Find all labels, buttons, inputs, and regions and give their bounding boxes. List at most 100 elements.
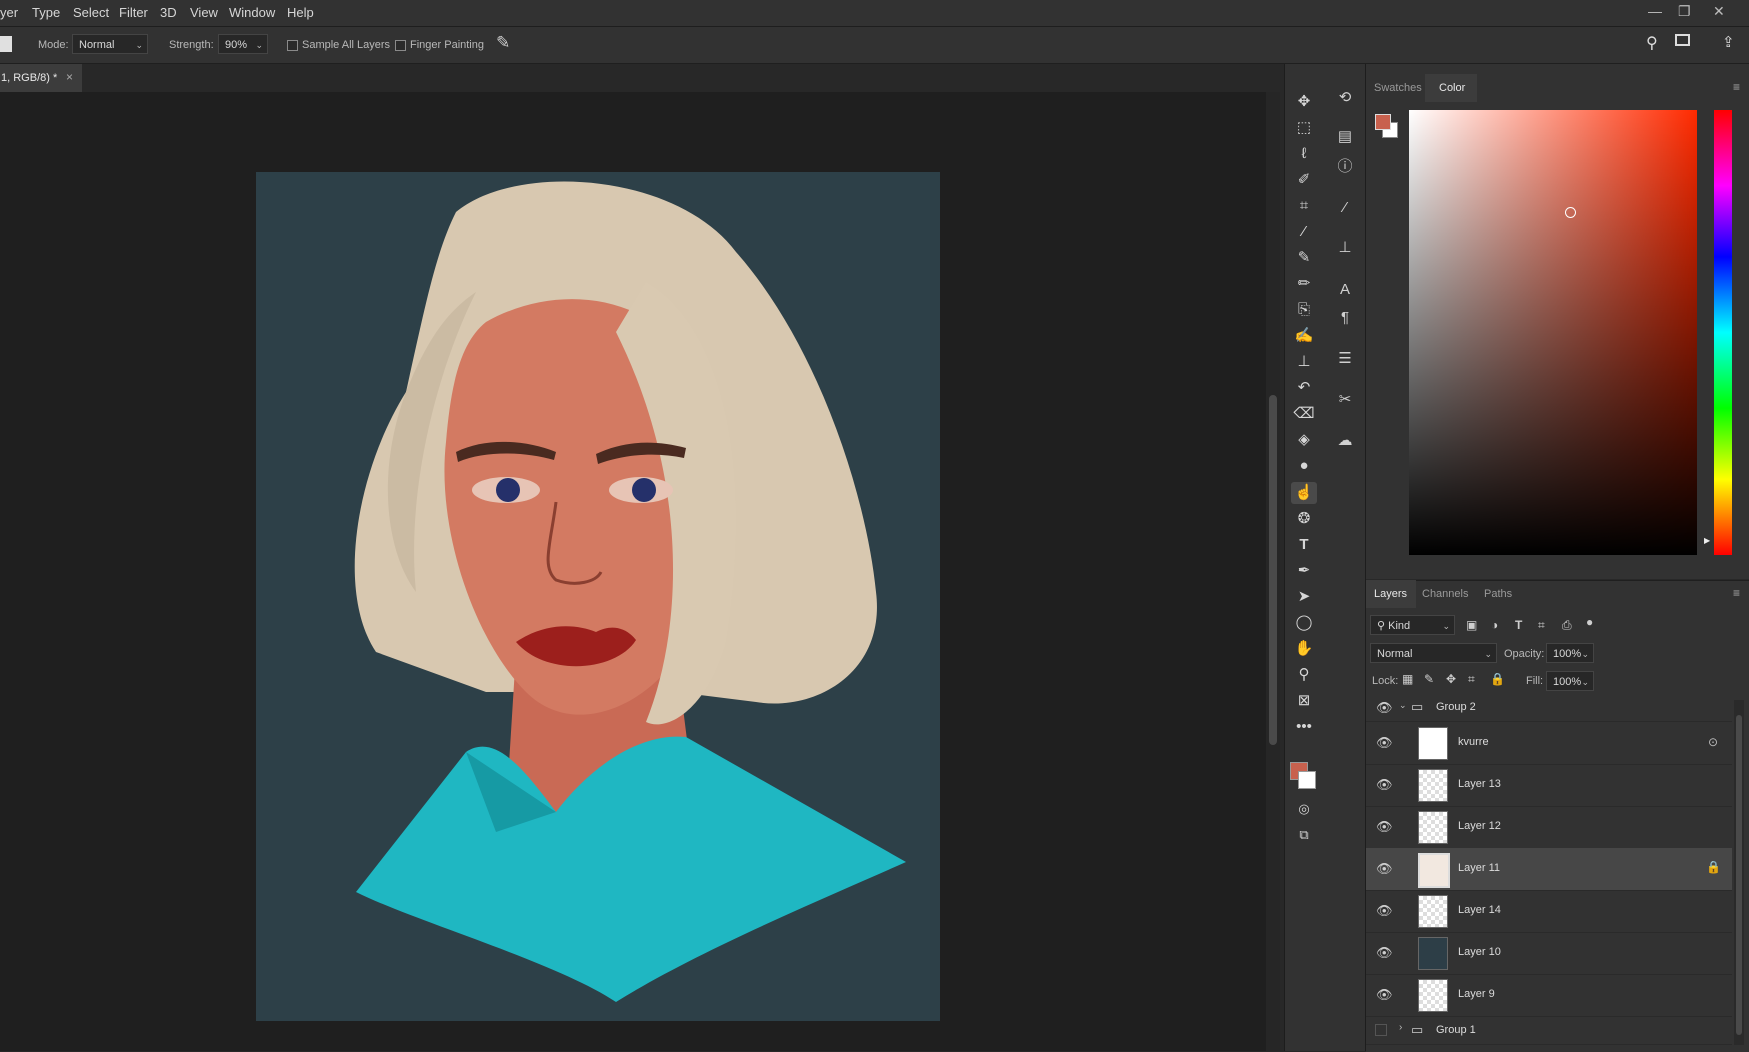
hue-slider[interactable] <box>1714 110 1732 555</box>
menu-filter[interactable]: Filter <box>119 5 148 20</box>
sample-all-layers-checkbox[interactable] <box>287 40 298 51</box>
marquee-icon[interactable]: ⬚ <box>1291 117 1317 139</box>
color-picker-handle[interactable] <box>1565 207 1576 218</box>
search-icon[interactable]: ⚲ <box>1646 33 1658 53</box>
tab-channels[interactable]: Channels <box>1422 588 1468 600</box>
filter-toggle-icon[interactable]: ● <box>1586 615 1593 629</box>
layer-row-kvurre[interactable]: 👁 kvurre ⊙ <box>1366 722 1732 765</box>
adjustment-filter-icon[interactable]: ◑ <box>1491 618 1498 632</box>
tab-color[interactable]: Color <box>1439 82 1465 94</box>
pixel-filter-icon[interactable]: ▣ <box>1466 618 1477 632</box>
hue-slider-handle[interactable]: ▶ <box>1704 536 1710 545</box>
workspace-icon[interactable] <box>1675 34 1690 46</box>
pressure-icon[interactable]: ✎ <box>496 33 510 53</box>
visibility-eye-icon[interactable]: 👁 <box>1376 777 1393 793</box>
visibility-eye-icon[interactable]: 👁 <box>1376 861 1393 877</box>
menu-window[interactable]: Window <box>229 5 275 20</box>
pencil-icon[interactable]: ✏ <box>1291 273 1317 295</box>
visibility-eye-icon[interactable]: 👁 <box>1376 903 1393 919</box>
clone-icon[interactable]: ⎘ <box>1291 299 1317 321</box>
strength-input[interactable]: 90% ⌄ <box>218 34 268 54</box>
panel-menu-icon[interactable]: ≡ <box>1733 586 1740 600</box>
menu-help[interactable]: Help <box>287 5 314 20</box>
blur-icon[interactable]: ● <box>1291 455 1317 477</box>
tab-paths[interactable]: Paths <box>1484 588 1512 600</box>
path-select-icon[interactable]: ➤ <box>1291 586 1317 608</box>
document-tab[interactable]: 1, RGB/8) * × <box>0 64 82 92</box>
close-tab-icon[interactable]: × <box>66 70 73 84</box>
mixer-brush-icon[interactable]: ✍ <box>1291 325 1317 347</box>
lock-position-icon[interactable]: ✥ <box>1446 672 1456 686</box>
type-icon[interactable]: T <box>1291 534 1317 556</box>
chevron-down-icon[interactable]: ⌄ <box>1399 700 1407 711</box>
panel-menu-icon[interactable]: ≡ <box>1733 80 1740 94</box>
visibility-toggle[interactable] <box>1375 1024 1387 1036</box>
pen-icon[interactable]: ✒ <box>1291 560 1317 582</box>
layer-filter-select[interactable]: ⚲ Kind ⌄ <box>1370 615 1455 635</box>
close-button[interactable]: ✕ <box>1713 3 1725 20</box>
more-icon[interactable]: ••• <box>1291 716 1317 738</box>
character-icon[interactable]: A <box>1332 278 1358 302</box>
share-icon[interactable]: ⇪ <box>1722 33 1735 51</box>
fill-input[interactable]: 100% ⌄ <box>1546 671 1594 691</box>
clone-source-icon[interactable]: ⊥ <box>1332 236 1358 260</box>
lock-all-icon[interactable]: 🔒 <box>1490 672 1505 686</box>
quick-select-icon[interactable]: ✐ <box>1291 169 1317 191</box>
tools-icon[interactable]: ✂ <box>1332 388 1358 412</box>
layer-row-layer-10[interactable]: 👁 Layer 10 <box>1366 932 1732 975</box>
paint-bucket-icon[interactable]: ◈ <box>1291 429 1317 451</box>
minimize-button[interactable]: — <box>1648 3 1662 19</box>
paragraph-icon[interactable]: ¶ <box>1332 306 1358 330</box>
menu-view[interactable]: View <box>190 5 218 20</box>
hand-icon[interactable]: ✋ <box>1291 638 1317 660</box>
history-icon[interactable]: ⟲ <box>1332 86 1358 110</box>
eraser-icon[interactable]: ⌫ <box>1291 403 1317 425</box>
artwork-canvas[interactable] <box>256 172 940 1021</box>
visibility-eye-icon[interactable]: 👁 <box>1376 945 1393 961</box>
layer-row-layer-14[interactable]: 👁 Layer 14 <box>1366 890 1732 933</box>
type-filter-icon[interactable]: T <box>1515 618 1522 632</box>
menu-layer[interactable]: yer <box>0 5 18 20</box>
shape-filter-icon[interactable]: ⌗ <box>1538 618 1545 633</box>
screen-mode-icon[interactable]: ⧉ <box>1291 824 1317 846</box>
layer-row-group-1[interactable]: › ▭ Group 1 <box>1366 1016 1732 1045</box>
brush-settings-icon[interactable]: ⁄ <box>1332 196 1358 220</box>
layer-row-layer-11[interactable]: 👁 Layer 11 🔒 <box>1366 848 1732 891</box>
lock-pixels-icon[interactable]: ✎ <box>1424 672 1434 686</box>
lasso-icon[interactable]: ℓ <box>1291 143 1317 165</box>
sponge-icon[interactable]: ❂ <box>1291 508 1317 530</box>
stamp-icon[interactable]: ⊥ <box>1291 351 1317 373</box>
layer-row-group-2[interactable]: 👁 ⌄ ▭ Group 2 <box>1366 693 1732 722</box>
menu-3d[interactable]: 3D <box>160 5 177 20</box>
frame-icon[interactable]: ⊠ <box>1291 690 1317 712</box>
restore-button[interactable]: ❐ <box>1678 3 1691 20</box>
smart-object-filter-icon[interactable]: ⎙ <box>1562 618 1572 633</box>
layer-row-layer-12[interactable]: 👁 Layer 12 <box>1366 806 1732 849</box>
properties-icon[interactable]: ▤ <box>1332 125 1358 149</box>
layer-row-layer-9[interactable]: 👁 Layer 9 <box>1366 974 1732 1017</box>
quick-mask-icon[interactable]: ◎ <box>1291 798 1317 820</box>
move-icon[interactable]: ✥ <box>1291 91 1317 113</box>
eyedropper-icon[interactable]: ⁄ <box>1291 221 1317 243</box>
smudge-icon[interactable]: ☝ <box>1291 482 1317 504</box>
tab-swatches[interactable]: Swatches <box>1374 82 1422 94</box>
blend-mode-select[interactable]: Normal ⌄ <box>1370 643 1497 663</box>
layers-scroll-thumb[interactable] <box>1736 715 1742 1035</box>
finger-painting-checkbox[interactable] <box>395 40 406 51</box>
color-field[interactable] <box>1409 110 1697 555</box>
libraries-icon[interactable]: ☁ <box>1332 429 1358 453</box>
tab-layers[interactable]: Layers <box>1374 588 1407 600</box>
visibility-eye-icon[interactable]: 👁 <box>1376 735 1393 751</box>
ellipse-icon[interactable]: ◯ <box>1291 612 1317 634</box>
layer-row-layer-13[interactable]: 👁 Layer 13 <box>1366 764 1732 807</box>
zoom-icon[interactable]: ⚲ <box>1291 664 1317 686</box>
visibility-eye-icon[interactable]: 👁 <box>1376 987 1393 1003</box>
lock-transparency-icon[interactable]: ▦ <box>1402 672 1413 686</box>
menu-type[interactable]: Type <box>32 5 60 20</box>
smudge-tool-icon[interactable] <box>0 36 12 52</box>
info-icon[interactable]: ⓘ <box>1332 155 1358 179</box>
lock-artboard-icon[interactable]: ⌗ <box>1468 672 1475 687</box>
history-brush-icon[interactable]: ↶ <box>1291 377 1317 399</box>
scroll-thumb[interactable] <box>1269 395 1277 745</box>
chevron-right-icon[interactable]: › <box>1399 1022 1402 1033</box>
